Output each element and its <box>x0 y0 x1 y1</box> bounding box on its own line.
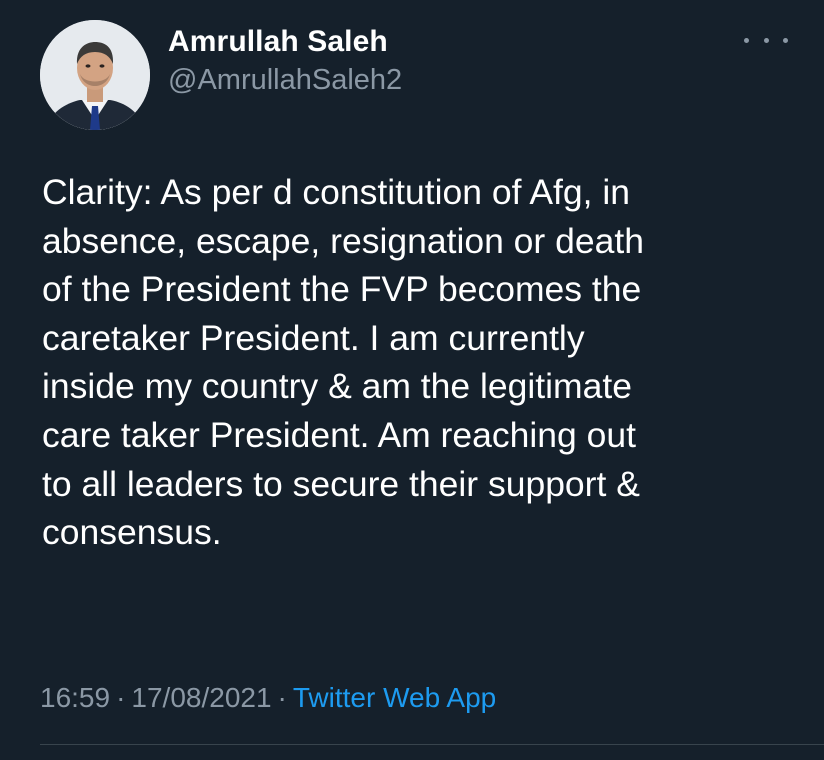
divider <box>40 744 824 745</box>
tweet-metadata: 16:59 · 17/08/2021 · Twitter Web App <box>40 680 496 716</box>
author-block: Amrullah Saleh @AmrullahSaleh2 <box>168 24 402 98</box>
tweet-source-link[interactable]: Twitter Web App <box>293 682 496 713</box>
profile-photo-image <box>40 20 150 130</box>
more-horizontal-icon-dot <box>763 37 769 43</box>
separator-dot: · <box>277 682 287 713</box>
more-options-button[interactable] <box>744 30 788 50</box>
author-handle[interactable]: @AmrullahSaleh2 <box>168 62 402 98</box>
separator-dot: · <box>116 682 126 713</box>
tweet-date[interactable]: 17/08/2021 <box>131 682 271 713</box>
more-horizontal-icon <box>744 37 749 43</box>
tweet-text: Clarity: As per d constitution of Afg, i… <box>42 172 644 553</box>
tweet-card: Amrullah Saleh @AmrullahSaleh2 Clarity: … <box>0 0 824 760</box>
tweet-time[interactable]: 16:59 <box>40 682 110 713</box>
avatar[interactable] <box>40 20 150 130</box>
author-name[interactable]: Amrullah Saleh <box>168 24 402 60</box>
more-horizontal-icon-dot <box>783 37 788 43</box>
